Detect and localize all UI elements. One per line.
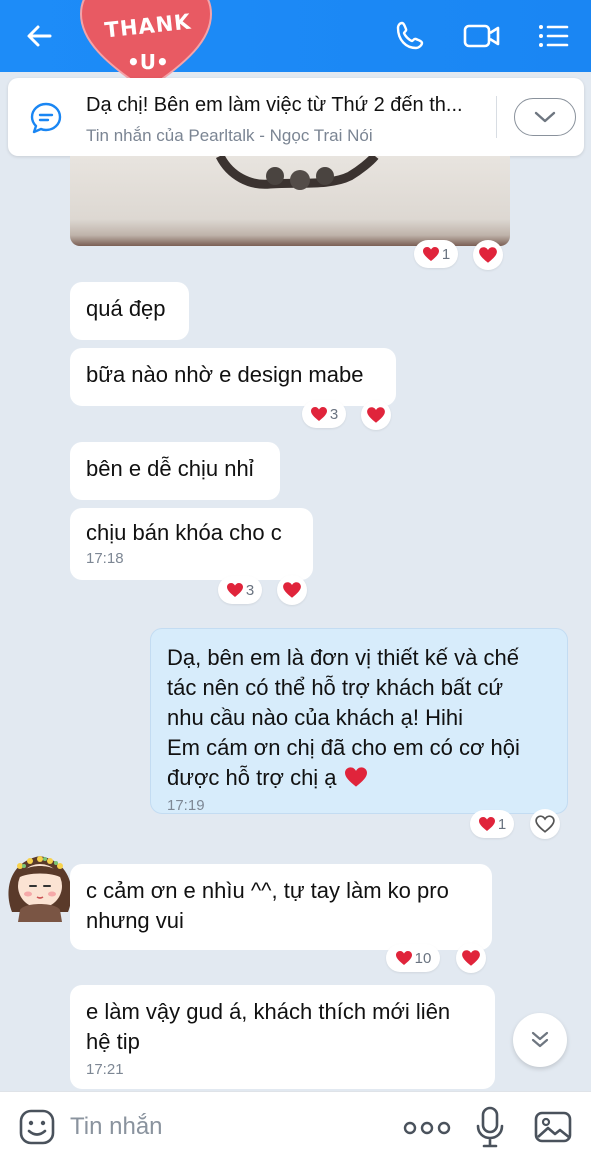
reaction-count[interactable]: 1	[470, 810, 514, 838]
heart-icon	[226, 583, 243, 597]
react-button[interactable]	[530, 809, 560, 839]
reaction-count-label: 1	[441, 245, 451, 263]
heart-icon	[422, 247, 439, 261]
reaction-count[interactable]: 10	[386, 944, 440, 972]
message-icon	[30, 102, 62, 134]
more-dots-icon[interactable]	[402, 1114, 452, 1142]
react-button[interactable]	[277, 575, 307, 605]
emoji-icon[interactable]	[18, 1108, 56, 1146]
react-button[interactable]	[456, 943, 486, 973]
message-time: 17:18	[86, 550, 124, 567]
message-text: bên e dễ chịu nhỉ	[86, 456, 254, 481]
message-composer	[0, 1091, 591, 1159]
microphone-icon[interactable]	[474, 1106, 506, 1148]
chevron-down-icon	[534, 111, 556, 123]
heart-icon	[478, 817, 495, 831]
double-chevron-down-icon	[531, 1031, 549, 1048]
reaction-count[interactable]: 3	[302, 400, 346, 428]
message-bubble[interactable]: quá đẹp	[70, 282, 189, 340]
reaction-count[interactable]: 3	[218, 576, 262, 604]
reaction-count[interactable]: 1	[414, 240, 458, 268]
image-icon[interactable]	[534, 1109, 572, 1145]
back-button[interactable]	[20, 16, 60, 56]
heart-icon	[344, 767, 367, 787]
heart-icon	[367, 407, 385, 423]
message-text: e làm vậy gud á, khách thích mới liên hệ…	[86, 999, 451, 1054]
voice-call-button[interactable]	[390, 16, 430, 56]
sticker-face: •U•	[127, 50, 169, 74]
menu-list-icon	[539, 25, 569, 47]
back-arrow-icon	[27, 25, 52, 47]
pearl-photo	[215, 156, 379, 190]
heart-outline-icon	[535, 815, 555, 833]
chat-menu-button[interactable]	[533, 16, 573, 56]
message-text: Dạ, bên em là đơn vị thiết kế và chế tác…	[167, 645, 520, 790]
message-text: bữa nào nhờ e design mabe	[86, 362, 364, 387]
heart-icon	[479, 247, 497, 263]
pinned-message-title: Dạ chị! Bên em làm việc từ Thứ 2 đến th.…	[86, 94, 463, 116]
message-time: 17:21	[86, 1061, 124, 1078]
avatar[interactable]	[0, 842, 80, 922]
message-bubble[interactable]: c cảm ơn e nhìu ^^, tự tay làm ko pro nh…	[70, 864, 492, 950]
divider	[496, 96, 497, 138]
message-bubble[interactable]: bữa nào nhờ e design mabe	[70, 348, 396, 406]
heart-icon	[283, 582, 301, 598]
scroll-to-bottom-button[interactable]	[513, 1013, 567, 1067]
pinned-message-bar[interactable]: Dạ chị! Bên em làm việc từ Thứ 2 đến th.…	[8, 78, 584, 156]
reaction-count-label: 10	[414, 949, 432, 967]
heart-icon	[462, 950, 480, 966]
heart-icon	[395, 951, 412, 965]
phone-icon	[396, 21, 424, 50]
message-input[interactable]	[70, 1110, 370, 1144]
video-call-button[interactable]	[462, 16, 502, 56]
reaction-count-label: 3	[245, 581, 255, 599]
reaction-count-label: 1	[497, 815, 507, 833]
message-text: quá đẹp	[86, 296, 166, 321]
reaction-count-label: 3	[329, 405, 339, 423]
image-message[interactable]	[70, 156, 510, 246]
message-text: chịu bán khóa cho c	[86, 520, 282, 545]
message-bubble[interactable]: bên e dễ chịu nhỉ	[70, 442, 280, 500]
pinned-message-subtitle: Tin nhắn của Pearltalk - Ngọc Trai Nói	[86, 126, 373, 145]
my-message-bubble[interactable]: Dạ, bên em là đơn vị thiết kế và chế tác…	[150, 628, 568, 814]
react-button[interactable]	[473, 240, 503, 270]
react-button[interactable]	[361, 400, 391, 430]
heart-icon	[310, 407, 327, 421]
message-bubble[interactable]: chịu bán khóa cho c 17:18	[70, 508, 313, 580]
message-bubble[interactable]: e làm vậy gud á, khách thích mới liên hệ…	[70, 985, 495, 1089]
video-call-icon	[463, 24, 500, 48]
message-text: c cảm ơn e nhìu ^^, tự tay làm ko pro nh…	[86, 878, 449, 933]
expand-pinned-button[interactable]	[514, 98, 576, 136]
